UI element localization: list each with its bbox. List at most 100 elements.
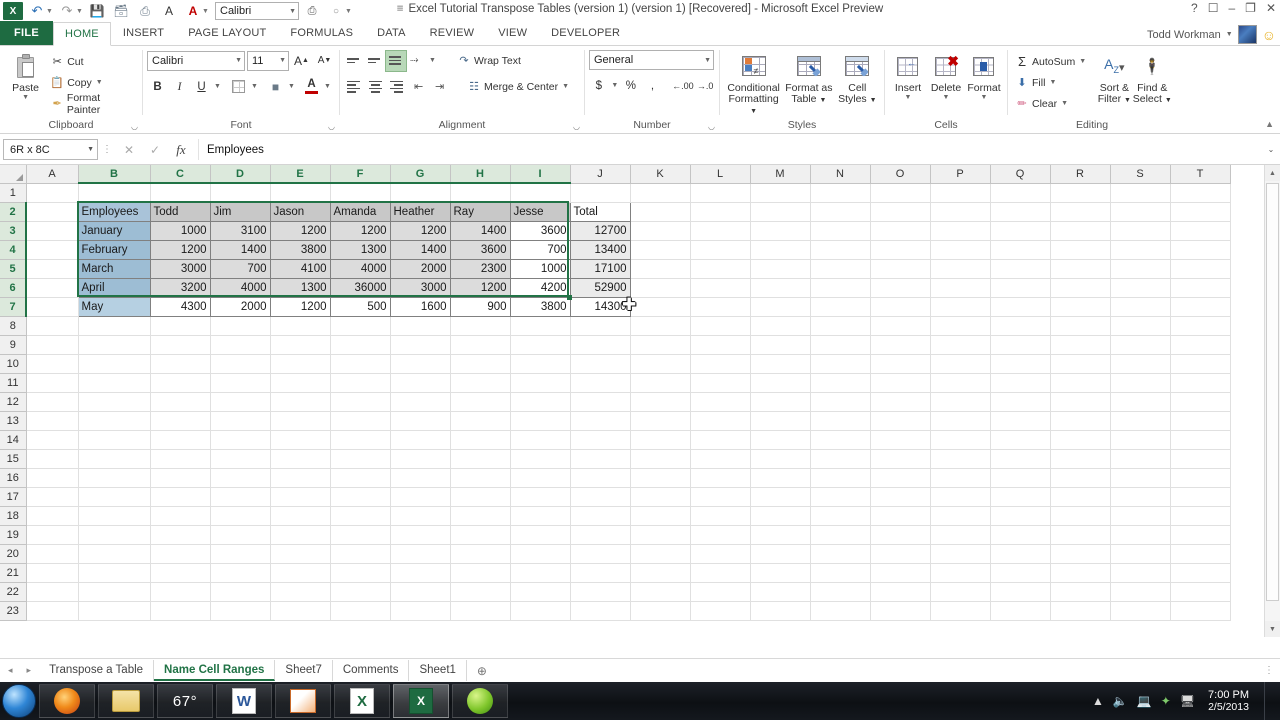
cell-O19[interactable]: [870, 525, 931, 545]
font-name-box[interactable]: Calibri ▼: [147, 50, 245, 71]
cell-N11[interactable]: [810, 373, 871, 393]
cell-H23[interactable]: [450, 601, 511, 621]
cell-J19[interactable]: [570, 525, 631, 545]
cell-T19[interactable]: [1170, 525, 1231, 545]
row-header-22[interactable]: 22: [0, 582, 27, 602]
cell-H15[interactable]: [450, 449, 511, 469]
cell-P18[interactable]: [930, 506, 991, 526]
cell-P22[interactable]: [930, 582, 991, 602]
cell-T16[interactable]: [1170, 468, 1231, 488]
cell-G17[interactable]: [390, 487, 451, 507]
cell-A14[interactable]: [26, 430, 79, 450]
redo-button[interactable]: ↷: [56, 1, 78, 21]
cell-P19[interactable]: [930, 525, 991, 545]
cell-O18[interactable]: [870, 506, 931, 526]
cell-B18[interactable]: [78, 506, 151, 526]
align-center-button[interactable]: [365, 77, 385, 97]
format-cells-button[interactable]: Format ▼: [965, 50, 1003, 101]
increase-indent-button[interactable]: ⇥: [432, 77, 452, 97]
cell-R21[interactable]: [1050, 563, 1111, 583]
cell-S2[interactable]: [1110, 202, 1171, 222]
cell-B11[interactable]: [78, 373, 151, 393]
network-icon[interactable]: 🖥: [1180, 694, 1195, 708]
row-header-19[interactable]: 19: [0, 525, 27, 545]
qat-font-name-box[interactable]: Calibri ▼: [215, 2, 299, 20]
cell-L5[interactable]: [690, 259, 751, 279]
cell-F17[interactable]: [330, 487, 391, 507]
cell-S15[interactable]: [1110, 449, 1171, 469]
row-header-4[interactable]: 4: [0, 240, 27, 260]
cell-K7[interactable]: [630, 297, 691, 317]
cell-J3[interactable]: 12700: [569, 220, 631, 241]
expand-formula-bar-button[interactable]: ⌄: [1262, 145, 1280, 154]
cell-I9[interactable]: [510, 335, 571, 355]
cell-H8[interactable]: [450, 316, 511, 336]
format-dropdown-icon[interactable]: ▼: [981, 94, 988, 101]
number-dialog-launcher[interactable]: ◡: [708, 122, 715, 131]
cell-H16[interactable]: [450, 468, 511, 488]
cell-A13[interactable]: [26, 411, 79, 431]
cell-C19[interactable]: [150, 525, 211, 545]
cell-P12[interactable]: [930, 392, 991, 412]
cell-F12[interactable]: [330, 392, 391, 412]
cell-I5[interactable]: 1000: [509, 258, 571, 279]
cell-T12[interactable]: [1170, 392, 1231, 412]
cell-B8[interactable]: [78, 316, 151, 336]
cell-F1[interactable]: [330, 183, 391, 203]
cell-I12[interactable]: [510, 392, 571, 412]
tab-data[interactable]: DATA: [365, 21, 418, 45]
cell-P16[interactable]: [930, 468, 991, 488]
cell-T20[interactable]: [1170, 544, 1231, 564]
cell-N19[interactable]: [810, 525, 871, 545]
row-header-14[interactable]: 14: [0, 430, 27, 450]
cell-E5[interactable]: 4100: [269, 258, 331, 279]
borders-dropdown-icon[interactable]: ▼: [250, 83, 259, 90]
row-header-3[interactable]: 3: [0, 221, 27, 241]
vertical-scroll-thumb[interactable]: [1266, 183, 1279, 601]
cell-N9[interactable]: [810, 335, 871, 355]
cell-G9[interactable]: [390, 335, 451, 355]
grow-font-button[interactable]: A ▲: [291, 50, 312, 71]
cell-R1[interactable]: [1050, 183, 1111, 203]
column-header-E[interactable]: E: [270, 165, 331, 184]
row-header-1[interactable]: 1: [0, 183, 27, 203]
row-header-21[interactable]: 21: [0, 563, 27, 583]
cell-C23[interactable]: [150, 601, 211, 621]
cell-G23[interactable]: [390, 601, 451, 621]
cell-L2[interactable]: [690, 202, 751, 222]
cell-P21[interactable]: [930, 563, 991, 583]
vertical-scrollbar[interactable]: ▲ ▼: [1264, 165, 1280, 637]
cell-G11[interactable]: [390, 373, 451, 393]
cell-H22[interactable]: [450, 582, 511, 602]
cell-B2[interactable]: Employees: [77, 201, 151, 222]
cell-D2[interactable]: Jim: [209, 201, 271, 222]
cell-H12[interactable]: [450, 392, 511, 412]
cell-N18[interactable]: [810, 506, 871, 526]
cell-E4[interactable]: 3800: [269, 239, 331, 260]
column-header-S[interactable]: S: [1110, 165, 1171, 184]
cell-D21[interactable]: [210, 563, 271, 583]
cell-A4[interactable]: [26, 240, 79, 260]
cell-E14[interactable]: [270, 430, 331, 450]
cell-M23[interactable]: [750, 601, 811, 621]
cell-C16[interactable]: [150, 468, 211, 488]
show-desktop-button[interactable]: [1264, 682, 1272, 720]
cell-L23[interactable]: [690, 601, 751, 621]
cell-T7[interactable]: [1170, 297, 1231, 317]
cell-I6[interactable]: 4200: [509, 277, 571, 298]
cell-D12[interactable]: [210, 392, 271, 412]
row-header-20[interactable]: 20: [0, 544, 27, 564]
collapse-ribbon-button[interactable]: ▲: [1265, 119, 1274, 129]
cell-G2[interactable]: Heather: [389, 201, 451, 222]
cell-M14[interactable]: [750, 430, 811, 450]
cell-T3[interactable]: [1170, 221, 1231, 241]
merge-center-dropdown-icon[interactable]: ▼: [561, 83, 570, 90]
cell-B16[interactable]: [78, 468, 151, 488]
insert-function-button[interactable]: fx: [168, 139, 194, 160]
cell-E19[interactable]: [270, 525, 331, 545]
cell-H19[interactable]: [450, 525, 511, 545]
cell-O4[interactable]: [870, 240, 931, 260]
cell-C12[interactable]: [150, 392, 211, 412]
cell-N2[interactable]: [810, 202, 871, 222]
cell-H18[interactable]: [450, 506, 511, 526]
